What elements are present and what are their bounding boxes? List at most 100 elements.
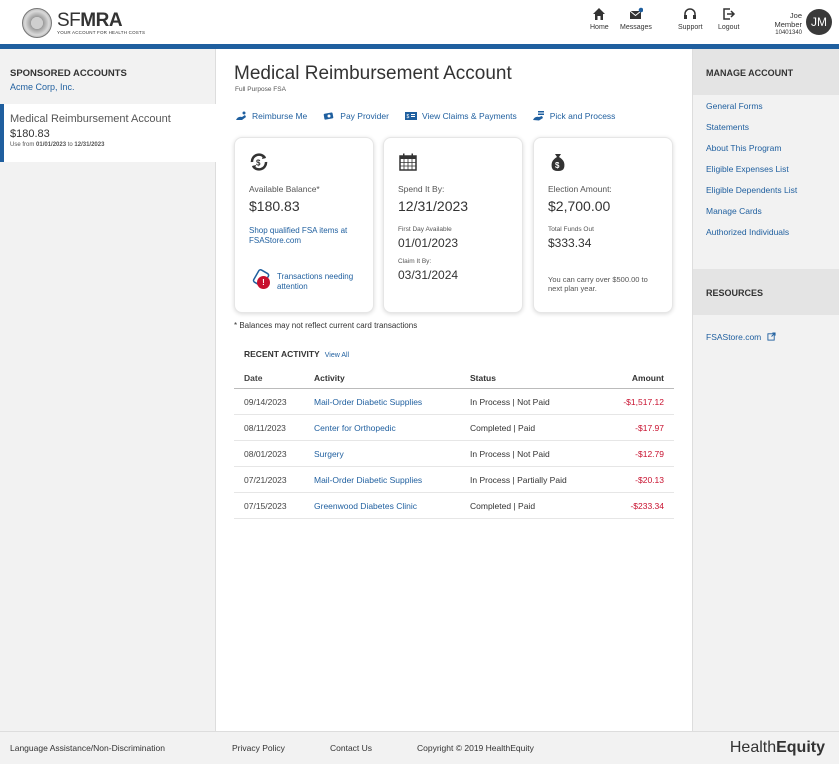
- carryover-note: You can carry over $500.00 to next plan …: [548, 275, 648, 293]
- privacy-policy-link[interactable]: Privacy Policy: [232, 743, 285, 753]
- headset-icon: [684, 8, 697, 19]
- spend-by-label: Spend It By:: [398, 184, 445, 194]
- page-subtitle: Full Purpose FSA: [235, 86, 286, 93]
- external-link-icon: [767, 332, 776, 341]
- col-status[interactable]: Status: [470, 373, 496, 383]
- authorized-individuals-link[interactable]: Authorized Individuals: [706, 227, 816, 237]
- avatar[interactable]: JM: [806, 9, 832, 35]
- logo-name: SFMRA: [57, 10, 123, 31]
- table-row: 09/14/2023 Mail-Order Diabetic Supplies …: [234, 389, 674, 415]
- table-row: 08/01/2023 Surgery In Process | Not Paid…: [234, 441, 674, 467]
- home-icon: [593, 8, 606, 20]
- available-balance-label: Available Balance*: [249, 184, 320, 194]
- refresh-dollar-icon: $: [250, 153, 268, 171]
- row-amount: -$12.79: [635, 449, 664, 459]
- available-balance-value: $180.83: [249, 198, 300, 214]
- claim-by-value: 03/31/2024: [398, 268, 459, 282]
- account-balance: $180.83: [10, 128, 50, 140]
- logo-tagline: YOUR ACCOUNT FOR HEALTH COSTS: [57, 30, 146, 35]
- eligible-dependents-link[interactable]: Eligible Dependents List: [706, 185, 816, 195]
- manage-account-title: MANAGE ACCOUNT: [693, 49, 839, 95]
- fsastore-resource-link[interactable]: FSAStore.com: [706, 332, 776, 342]
- row-status: In Process | Partially Paid: [470, 475, 567, 485]
- row-amount: -$233.34: [630, 501, 664, 511]
- account-use-period: Use from 01/01/2023 to 12/31/2023: [10, 142, 105, 148]
- alert-badge: !: [257, 276, 270, 289]
- pay-provider-button[interactable]: Pay Provider: [323, 111, 389, 121]
- money-bag-icon: $: [551, 154, 565, 171]
- row-date: 09/14/2023: [244, 397, 287, 407]
- about-program-link[interactable]: About This Program: [706, 143, 816, 153]
- manage-account-links: General Forms Statements About This Prog…: [706, 101, 816, 248]
- col-activity[interactable]: Activity: [314, 373, 345, 383]
- row-amount: -$17.97: [635, 423, 664, 433]
- svg-text:$: $: [256, 159, 261, 168]
- available-balance-card: $ Available Balance* $180.83 Shop qualif…: [234, 137, 374, 313]
- healthequity-logo: HealthEquity: [729, 739, 825, 756]
- svg-text:$: $: [406, 114, 409, 120]
- top-header: SFMRA YOUR ACCOUNT FOR HEALTH COSTS Home…: [0, 0, 839, 44]
- recent-activity-title: RECENT ACTIVITY View All: [244, 349, 350, 359]
- row-date: 08/11/2023: [244, 423, 286, 433]
- sfmra-logo[interactable]: SFMRA YOUR ACCOUNT FOR HEALTH COSTS: [22, 8, 145, 38]
- general-forms-link[interactable]: General Forms: [706, 101, 816, 111]
- user-name: Joe Member 10401340: [766, 11, 802, 38]
- footer: Language Assistance/Non-Discrimination P…: [0, 731, 839, 764]
- table-header: Date Activity Status Amount: [234, 367, 674, 389]
- action-bar: Reimburse Me Pay Provider $ View Claims …: [235, 111, 631, 121]
- pick-and-process-button[interactable]: Pick and Process: [532, 111, 615, 121]
- row-activity-link[interactable]: Mail-Order Diabetic Supplies: [314, 397, 422, 407]
- row-date: 07/15/2023: [244, 501, 287, 511]
- row-activity-link[interactable]: Center for Orthopedic: [314, 423, 396, 433]
- left-sidebar: SPONSORED ACCOUNTS Acme Corp, Inc. Medic…: [0, 49, 216, 731]
- row-status: Completed | Paid: [470, 501, 536, 511]
- eligible-expenses-link[interactable]: Eligible Expenses List: [706, 164, 816, 174]
- table-row: 08/11/2023 Center for Orthopedic Complet…: [234, 415, 674, 441]
- reimburse-me-button[interactable]: Reimburse Me: [235, 111, 307, 121]
- row-date: 07/21/2023: [244, 475, 287, 485]
- claims-icon: $: [404, 112, 417, 120]
- row-activity-link[interactable]: Mail-Order Diabetic Supplies: [314, 475, 422, 485]
- spend-by-value: 12/31/2023: [398, 198, 469, 214]
- pay-provider-icon: [323, 112, 334, 120]
- row-amount: -$20.13: [635, 475, 664, 485]
- transactions-attention-link[interactable]: Transactions needing attention: [277, 272, 357, 292]
- account-selector-mra[interactable]: Medical Reimbursement Account $180.83 Us…: [0, 104, 216, 162]
- company-link[interactable]: Acme Corp, Inc.: [10, 82, 75, 92]
- col-date[interactable]: Date: [244, 373, 262, 383]
- recent-activity-table: Date Activity Status Amount 09/14/2023 M…: [234, 367, 674, 519]
- row-activity-link[interactable]: Surgery: [314, 449, 344, 459]
- copyright-text: Copyright © 2019 HealthEquity: [417, 743, 534, 753]
- table-row: 07/15/2023 Greenwood Diabetes Clinic Com…: [234, 493, 674, 519]
- col-amount[interactable]: Amount: [632, 373, 664, 383]
- row-status: Completed | Paid: [470, 423, 536, 433]
- fsastore-shop-link[interactable]: Shop qualified FSA items at FSAStore.com: [249, 226, 359, 246]
- nav-logout[interactable]: Logout: [718, 7, 739, 31]
- nav-messages[interactable]: Messages: [620, 7, 652, 31]
- view-claims-payments-button[interactable]: $ View Claims & Payments: [404, 111, 517, 121]
- page-title: Medical Reimbursement Account: [234, 63, 512, 84]
- resources-title: RESOURCES: [693, 269, 839, 315]
- manage-cards-link[interactable]: Manage Cards: [706, 206, 816, 216]
- row-activity-link[interactable]: Greenwood Diabetes Clinic: [314, 501, 417, 511]
- claim-by-label: Claim It By:: [398, 258, 432, 265]
- row-status: In Process | Not Paid: [470, 449, 550, 459]
- total-funds-out-value: $333.34: [548, 236, 592, 250]
- election-amount-value: $2,700.00: [548, 198, 611, 214]
- main-content: Medical Reimbursement Account Full Purpo…: [217, 49, 692, 731]
- city-seal-icon: [22, 8, 52, 38]
- nav-support[interactable]: Support: [678, 7, 703, 31]
- sponsored-accounts-title: SPONSORED ACCOUNTS: [10, 68, 127, 79]
- statements-link[interactable]: Statements: [706, 122, 816, 132]
- contact-us-link[interactable]: Contact Us: [330, 743, 372, 753]
- language-assistance-link[interactable]: Language Assistance/Non-Discrimination: [10, 743, 165, 753]
- logout-icon: [722, 8, 735, 20]
- pick-process-icon: [532, 111, 544, 121]
- nav-home[interactable]: Home: [590, 7, 609, 31]
- election-amount-label: Election Amount:: [548, 184, 612, 194]
- table-row: 07/21/2023 Mail-Order Diabetic Supplies …: [234, 467, 674, 493]
- right-sidebar: MANAGE ACCOUNT General Forms Statements …: [692, 49, 839, 731]
- view-all-link[interactable]: View All: [325, 352, 349, 359]
- row-amount: -$1,517.12: [623, 397, 664, 407]
- spend-by-card: Spend It By: 12/31/2023 First Day Availa…: [383, 137, 523, 313]
